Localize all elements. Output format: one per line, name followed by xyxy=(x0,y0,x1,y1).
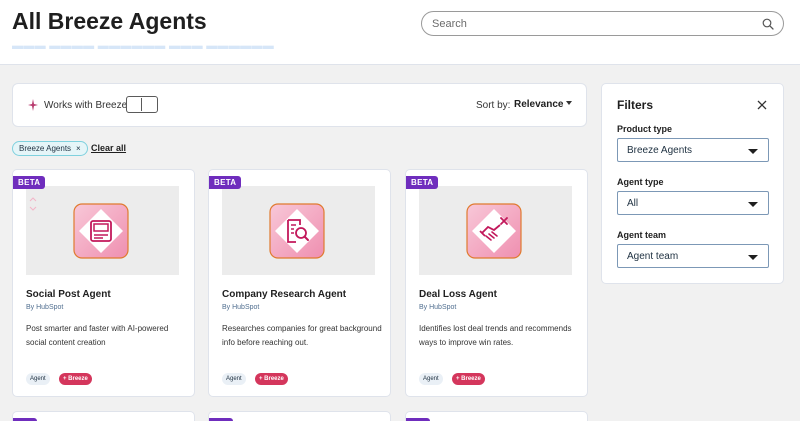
tag-breeze: + Breeze xyxy=(255,373,288,385)
image-gallery-icon xyxy=(73,203,129,259)
sort-dropdown[interactable]: Relevance xyxy=(514,99,573,110)
agent-type-label: Agent type xyxy=(617,177,664,187)
chevron-down-icon xyxy=(748,255,758,260)
filters-panel: Filters Product type Breeze Agents Agent… xyxy=(601,83,784,284)
search-icon[interactable] xyxy=(762,18,774,30)
agent-team-label: Agent team xyxy=(617,230,667,240)
beta-badge: BETA xyxy=(13,176,46,189)
card-author: By HubSpot xyxy=(419,304,457,311)
close-icon[interactable] xyxy=(757,100,767,110)
page-title: All Breeze Agents xyxy=(12,8,207,34)
tag-agent: Agent xyxy=(26,373,50,385)
card-description: Post smarter and faster with AI-powered … xyxy=(26,324,169,347)
handshake-x-icon xyxy=(466,203,522,259)
agent-card-partial[interactable] xyxy=(208,411,391,421)
tag-breeze: + Breeze xyxy=(59,373,92,385)
card-author: By HubSpot xyxy=(222,304,260,311)
works-with-breeze-label: Works with Breeze xyxy=(44,100,128,111)
chip-close-icon[interactable]: × xyxy=(76,144,81,153)
card-thumbnail xyxy=(419,186,572,275)
toggle-divider xyxy=(141,98,142,111)
card-description: Researches companies for great backgroun… xyxy=(222,324,382,347)
agent-card-partial[interactable] xyxy=(12,411,195,421)
agent-card[interactable]: BETA Company Research Agent By HubSpot R… xyxy=(208,169,391,397)
agent-team-select[interactable]: Agent team xyxy=(617,244,769,268)
search-input[interactable] xyxy=(432,16,752,32)
card-description: Identifies lost deal trends and recommen… xyxy=(419,324,572,347)
title-ghost-text: ▬▬▬ ▬▬▬▬ ▬▬▬▬▬▬ ▬▬▬ ▬▬▬▬▬▬ xyxy=(12,40,275,52)
results-toolbar: Works with Breeze Sort by: Relevance xyxy=(12,83,587,127)
card-thumbnail xyxy=(222,186,375,275)
search-box[interactable] xyxy=(421,11,784,36)
card-title[interactable]: Deal Loss Agent xyxy=(419,289,497,300)
tag-breeze: + Breeze xyxy=(452,373,485,385)
product-type-value: Breeze Agents xyxy=(627,145,693,156)
beta-badge: BETA xyxy=(209,176,242,189)
agent-card-partial[interactable] xyxy=(405,411,588,421)
active-filter-chip: Breeze Agents × xyxy=(12,141,88,156)
tag-agent: Agent xyxy=(222,373,246,385)
sparkle-icon xyxy=(28,99,38,111)
card-author: By HubSpot xyxy=(26,304,64,311)
tag-agent: Agent xyxy=(419,373,443,385)
agent-card[interactable]: BETA Social Post Agent By HubSpot Post s… xyxy=(12,169,195,397)
faint-arrows-icon xyxy=(29,197,37,211)
chevron-down-icon xyxy=(748,149,758,154)
card-title[interactable]: Social Post Agent xyxy=(26,289,111,300)
sort-value: Relevance xyxy=(514,99,564,110)
clear-all-link[interactable]: Clear all xyxy=(91,143,126,153)
chevron-down-icon xyxy=(748,202,758,207)
product-type-select[interactable]: Breeze Agents xyxy=(617,138,769,162)
works-with-breeze-toggle[interactable] xyxy=(126,96,158,113)
chevron-down-icon xyxy=(566,101,573,105)
product-type-label: Product type xyxy=(617,124,673,134)
agent-team-value: Agent team xyxy=(627,251,679,262)
agent-card[interactable]: BETA Deal Loss Agent By HubSpot Identifi… xyxy=(405,169,588,397)
agent-type-value: All xyxy=(627,198,639,209)
card-thumbnail xyxy=(26,186,179,275)
card-title[interactable]: Company Research Agent xyxy=(222,289,346,300)
document-search-icon xyxy=(269,203,325,259)
sort-label: Sort by: xyxy=(476,100,511,111)
chip-label: Breeze Agents xyxy=(19,144,72,153)
agent-type-select[interactable]: All xyxy=(617,191,769,215)
beta-badge: BETA xyxy=(406,176,439,189)
page-header: All Breeze Agents ▬▬▬ ▬▬▬▬ ▬▬▬▬▬▬ ▬▬▬ ▬▬… xyxy=(0,0,800,65)
filters-title: Filters xyxy=(617,98,654,112)
